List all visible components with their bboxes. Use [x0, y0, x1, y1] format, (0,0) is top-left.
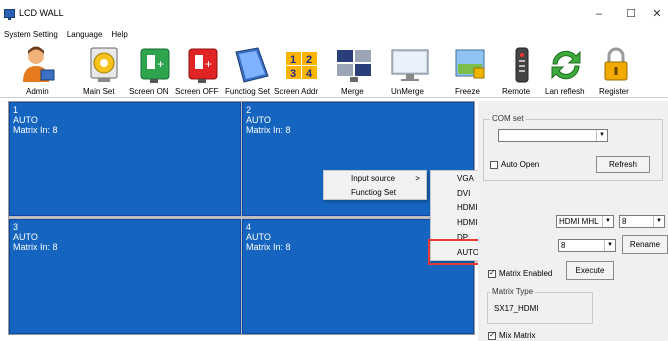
functiog-set-button[interactable]: Functiog Set	[225, 42, 276, 98]
svg-text:+: +	[205, 57, 212, 71]
main-set-button[interactable]: Main Set	[80, 42, 128, 98]
auto-open-label: Auto Open	[501, 160, 540, 169]
admin-person-icon	[23, 46, 55, 82]
remote-button[interactable]: Remote	[498, 42, 546, 98]
screen-on-label: Screen ON	[129, 87, 169, 96]
screen-off-plug-icon: +	[188, 48, 218, 83]
register-label: Register	[599, 87, 629, 96]
chevron-down-icon: ▼	[604, 240, 615, 251]
remote-label: Remote	[502, 87, 531, 96]
chevron-down-icon: ▼	[596, 130, 607, 141]
settings-panel: COM set ▼ Auto Open Refresh HDMI MHL ▼ 8…	[478, 101, 668, 341]
screen-matrix: Matrix In: 8	[246, 125, 291, 135]
main-set-label: Main Set	[83, 87, 115, 96]
chevron-down-icon: ▼	[653, 216, 664, 227]
com-set-group: COM set ▼ Auto Open Refresh	[483, 114, 663, 181]
unmerge-button[interactable]: UnMerge	[386, 42, 434, 98]
title-bar: LCD WALL – ☐ ✕	[0, 0, 668, 30]
addr-digit: 2	[306, 54, 312, 66]
matrix-enabled-checkbox[interactable]: ✓ Matrix Enabled	[488, 269, 552, 278]
toolbar: Admin Main Set + Screen ON + Screen OFF …	[0, 42, 668, 98]
maximize-button[interactable]: ☐	[620, 6, 642, 22]
matrix-type-value: SX17_HDMI	[494, 304, 539, 313]
admin-button[interactable]: Admin	[14, 42, 62, 98]
screen-mode: AUTO	[246, 115, 271, 125]
matrix-number-value: 8	[561, 241, 566, 250]
functiog-set-label: Functiog Set	[225, 87, 270, 96]
lan-refresh-button[interactable]: Lan reflesh	[540, 42, 592, 98]
input-type-value: HDMI MHL	[559, 217, 599, 226]
minimize-button[interactable]: –	[588, 6, 610, 22]
merge-monitors-icon	[337, 50, 371, 82]
matrix-enabled-label: Matrix Enabled	[499, 269, 553, 278]
close-button[interactable]: ✕	[646, 6, 668, 22]
rename-button[interactable]: Rename	[622, 235, 668, 254]
checkbox-checked-icon: ✓	[488, 331, 496, 340]
screen-mode: AUTO	[13, 115, 38, 125]
unmerge-monitor-icon	[391, 49, 429, 81]
screen-mode: AUTO	[13, 232, 38, 242]
com-port-select[interactable]: ▼	[498, 129, 608, 142]
screen-number: 1	[13, 105, 19, 115]
lan-refresh-label: Lan reflesh	[545, 87, 585, 96]
checkbox-checked-icon: ✓	[488, 269, 496, 278]
menu-bar: System Setting Language Help	[0, 30, 668, 42]
screen-off-button[interactable]: + Screen OFF	[175, 42, 226, 98]
admin-label: Admin	[26, 87, 49, 96]
mix-matrix-label: Mix Matrix	[499, 331, 536, 340]
execute-button[interactable]: Execute	[566, 261, 614, 280]
submenu-arrow-icon: >	[415, 174, 420, 183]
context-menu: Input source > Functiog Set	[323, 170, 427, 200]
padlock-icon	[604, 47, 628, 81]
screen-matrix: Matrix In: 8	[13, 125, 58, 135]
com-set-title: COM set	[490, 114, 526, 123]
matrix-type-title: Matrix Type	[490, 287, 536, 296]
window-title: LCD WALL	[19, 8, 64, 18]
screen-number: 2	[246, 105, 252, 115]
monitor-app-icon	[4, 9, 15, 20]
menu-system-setting[interactable]: System Setting	[4, 30, 58, 42]
remote-control-icon	[515, 47, 529, 83]
freeze-button[interactable]: Freeze	[446, 42, 494, 98]
wall-panel-icon	[235, 47, 269, 83]
screen-addr-label: Screen Addr	[274, 87, 319, 96]
freeze-label: Freeze	[455, 87, 480, 96]
screen-off-label: Screen OFF	[175, 87, 219, 96]
freeze-monitor-icon	[455, 49, 485, 79]
screen-on-plug-icon: +	[140, 48, 170, 83]
input-number-value: 8	[622, 217, 627, 226]
refresh-arrows-icon	[551, 50, 581, 80]
menu-language[interactable]: Language	[67, 30, 103, 42]
addr-digit: 3	[290, 68, 296, 80]
matrix-type-group: Matrix Type SX17_HDMI	[487, 287, 593, 324]
svg-text:+: +	[157, 57, 164, 71]
mix-matrix-checkbox[interactable]: ✓ Mix Matrix	[488, 331, 535, 340]
menu-item-functiog-set[interactable]: Functiog Set	[324, 186, 428, 199]
menu-item-input-source[interactable]: Input source >	[324, 172, 428, 185]
merge-button[interactable]: Merge	[330, 42, 378, 98]
unmerge-label: UnMerge	[391, 87, 424, 96]
menu-item-label: Input source	[351, 174, 396, 183]
screen-addr-button[interactable]: 1 2 3 4 Screen Addr	[274, 42, 328, 98]
grid-numbers-icon: 1 2 3 4	[286, 52, 317, 80]
chevron-down-icon: ▼	[602, 216, 613, 227]
register-button[interactable]: Register	[592, 42, 640, 98]
input-number-select[interactable]: 8 ▼	[619, 215, 665, 228]
refresh-button[interactable]: Refresh	[596, 156, 650, 173]
merge-label: Merge	[341, 87, 364, 96]
addr-digit: 4	[306, 68, 313, 80]
checkbox-box	[490, 160, 498, 169]
auto-open-checkbox[interactable]: Auto Open	[490, 160, 539, 169]
input-type-select[interactable]: HDMI MHL ▼	[556, 215, 614, 228]
screen-number: 3	[13, 222, 19, 232]
matrix-number-select[interactable]: 8 ▼	[558, 239, 616, 252]
gear-monitor-icon	[90, 47, 118, 82]
menu-help[interactable]: Help	[111, 30, 127, 42]
addr-digit: 1	[290, 54, 296, 66]
screen-tile-3[interactable]: 3 AUTO Matrix In: 8	[9, 219, 241, 334]
screen-on-button[interactable]: + Screen ON	[129, 42, 178, 98]
screen-tile-1[interactable]: 1 AUTO Matrix In: 8	[9, 102, 241, 216]
screen-matrix: Matrix In: 8	[13, 242, 58, 252]
video-wall-canvas[interactable]: 1 AUTO Matrix In: 8 2 AUTO Matrix In: 8 …	[8, 101, 475, 335]
